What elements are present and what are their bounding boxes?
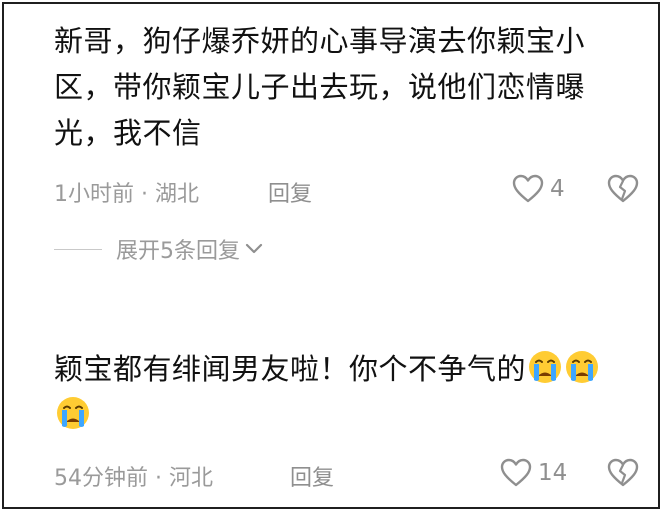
heart-outline-icon xyxy=(512,174,544,203)
comment-thread-panel: 新哥，狗仔爆乔妍的心事导演去你颖宝小区，带你颖宝儿子出去玩，说他们恋情曝光，我不… xyxy=(2,2,660,509)
comment-text: 新哥，狗仔爆乔妍的心事导演去你颖宝小区，带你颖宝儿子出去玩，说他们恋情曝光，我不… xyxy=(54,24,586,150)
reply-button[interactable]: 回复 xyxy=(268,176,312,208)
comment-text-block: 颖宝都有绯闻男友啦！你个不争气的 xyxy=(54,346,634,438)
expand-replies-label: 展开5条回复 xyxy=(116,239,240,264)
like-count: 14 xyxy=(538,460,568,486)
broken-heart-icon xyxy=(607,174,639,203)
comment-item-2: 颖宝都有绯闻男友啦！你个不争气的 xyxy=(54,346,634,438)
chevron-down-icon xyxy=(245,243,263,254)
heart-outline-icon xyxy=(500,458,532,487)
comment-meta-row-1: 1小时前 · 湖北 回复 4 xyxy=(54,172,640,208)
comment-meta-row-2: 54分钟前 · 河北 回复 14 xyxy=(54,456,640,492)
crying-face-icon xyxy=(529,351,562,383)
dislike-button[interactable] xyxy=(606,456,640,490)
like-count: 4 xyxy=(550,176,565,202)
comment-time-location: 1小时前 · 湖北 xyxy=(54,182,199,207)
comment-item-1: 新哥，狗仔爆乔妍的心事导演去你颖宝小区，带你颖宝儿子出去玩，说他们恋情曝光，我不… xyxy=(54,18,634,156)
broken-heart-icon xyxy=(607,458,639,487)
crying-face-icon xyxy=(57,397,89,429)
like-button[interactable]: 4 xyxy=(512,172,565,206)
reply-button[interactable]: 回复 xyxy=(290,460,334,492)
divider-line xyxy=(54,248,102,250)
comment-time-location: 54分钟前 · 河北 xyxy=(54,466,213,491)
comment-text: 颖宝都有绯闻男友啦！你个不争气的 xyxy=(54,352,527,386)
dislike-button[interactable] xyxy=(606,172,640,206)
crying-face-icon xyxy=(566,351,599,383)
expand-replies-button[interactable]: 展开5条回复 xyxy=(54,234,264,264)
like-button[interactable]: 14 xyxy=(500,456,567,490)
